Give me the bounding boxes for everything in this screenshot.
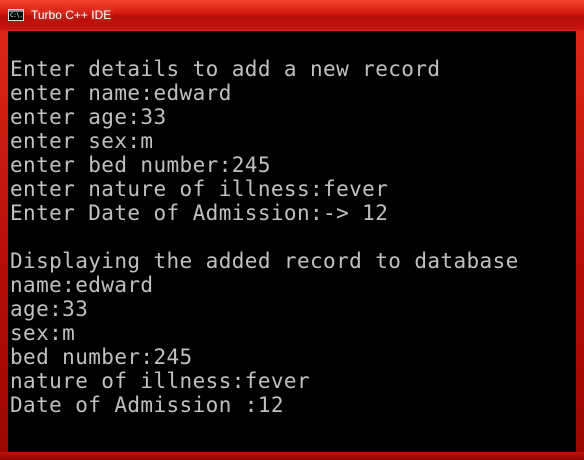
console-line: enter bed number:245 xyxy=(10,153,271,177)
console-icon-glyph: C:\. xyxy=(10,12,23,19)
console-line: Date of Admission :12 xyxy=(10,393,284,417)
console-line: nature of illness:fever xyxy=(10,369,310,393)
console-line: bed number:245 xyxy=(10,345,193,369)
console-line: enter nature of illness:fever xyxy=(10,177,389,201)
console-line: enter age:33 xyxy=(10,105,167,129)
console-line: sex:m xyxy=(10,321,76,345)
window-title: Turbo C++ IDE xyxy=(31,8,112,22)
console-line: enter name:edward xyxy=(10,81,232,105)
console-line: Enter Date of Admission:-> 12 xyxy=(10,201,389,225)
console-line: Displaying the added record to database xyxy=(10,249,519,273)
console-line: name:edward xyxy=(10,273,154,297)
console-window-icon[interactable]: C:\. xyxy=(8,9,24,21)
title-bar[interactable]: C:\. Turbo C++ IDE xyxy=(0,0,584,30)
console-line: enter sex:m xyxy=(10,129,154,153)
console-output-area[interactable]: Enter details to add a new record enter … xyxy=(8,31,576,452)
console-line: age:33 xyxy=(10,297,89,321)
console-lines: Enter details to add a new record enter … xyxy=(10,57,519,417)
console-window: C:\. Turbo C++ IDE Enter details to add … xyxy=(0,0,584,460)
window-bottom-border xyxy=(0,452,584,460)
console-line: Enter details to add a new record xyxy=(10,57,441,81)
